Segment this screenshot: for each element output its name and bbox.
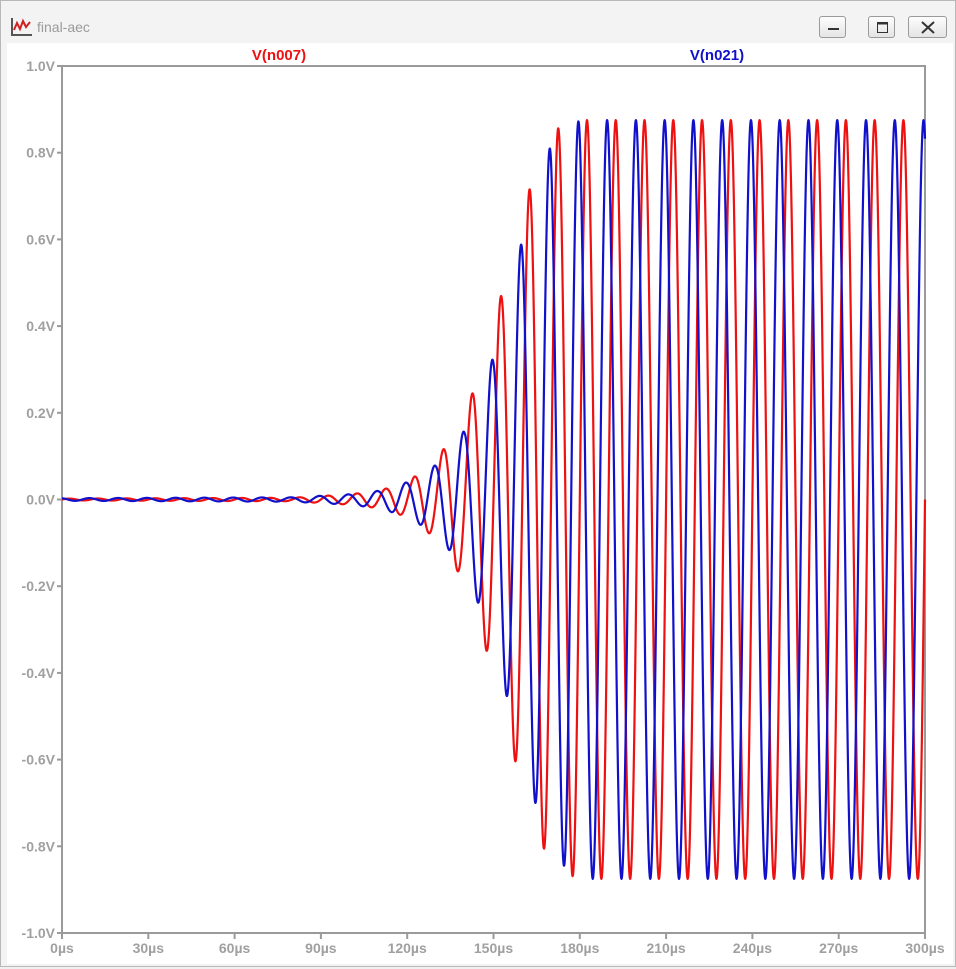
x-tick-label: 0µs <box>50 940 74 956</box>
y-tick-label: -0.6V <box>22 752 56 768</box>
y-tick-label: 0.8V <box>26 145 55 161</box>
y-tick-label: 0.0V <box>26 492 55 508</box>
legend-label: V(n007) <box>252 47 306 64</box>
x-tick-label: 300µs <box>905 940 944 956</box>
y-tick-label: 0.6V <box>26 231 55 247</box>
x-tick-label: 150µs <box>474 940 513 956</box>
x-tick-label: 90µs <box>305 940 337 956</box>
x-tick-label: 180µs <box>560 940 599 956</box>
x-tick-label: 210µs <box>646 940 685 956</box>
y-tick-label: -0.2V <box>22 578 56 594</box>
maximize-icon <box>877 22 888 33</box>
title-bar[interactable]: final-aec <box>1 1 955 43</box>
close-button[interactable] <box>908 16 947 38</box>
x-tick-label: 30µs <box>133 940 165 956</box>
x-tick-label: 120µs <box>388 940 427 956</box>
waveform-app-icon <box>11 17 33 37</box>
window-title: final-aec <box>37 19 90 35</box>
y-tick-label: 1.0V <box>26 58 55 74</box>
y-tick-label: -0.4V <box>22 665 56 681</box>
x-tick-label: 60µs <box>219 940 251 956</box>
maximize-button[interactable] <box>868 16 895 38</box>
y-tick-label: -1.0V <box>22 925 56 941</box>
x-tick-label: 270µs <box>819 940 858 956</box>
minimize-button[interactable] <box>819 16 846 38</box>
y-tick-label: 0.4V <box>26 318 55 334</box>
y-tick-label: 0.2V <box>26 405 55 421</box>
y-tick-label: -0.8V <box>22 838 56 854</box>
close-icon <box>921 21 935 34</box>
waveform-window: final-aec 1.0V 0.8V 0.6V 0.4V 0.2V 0.0V -0.2V -… <box>0 0 956 967</box>
legend-label: V(n021) <box>690 47 744 64</box>
waveform-chart[interactable]: 1.0V 0.8V 0.6V 0.4V 0.2V 0.0V -0.2V -0.4V -0.6V -… <box>7 43 953 964</box>
minimize-icon <box>828 28 839 30</box>
trace-vn007 <box>61 119 927 880</box>
x-tick-label: 240µs <box>733 940 772 956</box>
plot-area[interactable]: 1.0V 0.8V 0.6V 0.4V 0.2V 0.0V -0.2V -0.4V -0.6V -… <box>7 43 953 964</box>
